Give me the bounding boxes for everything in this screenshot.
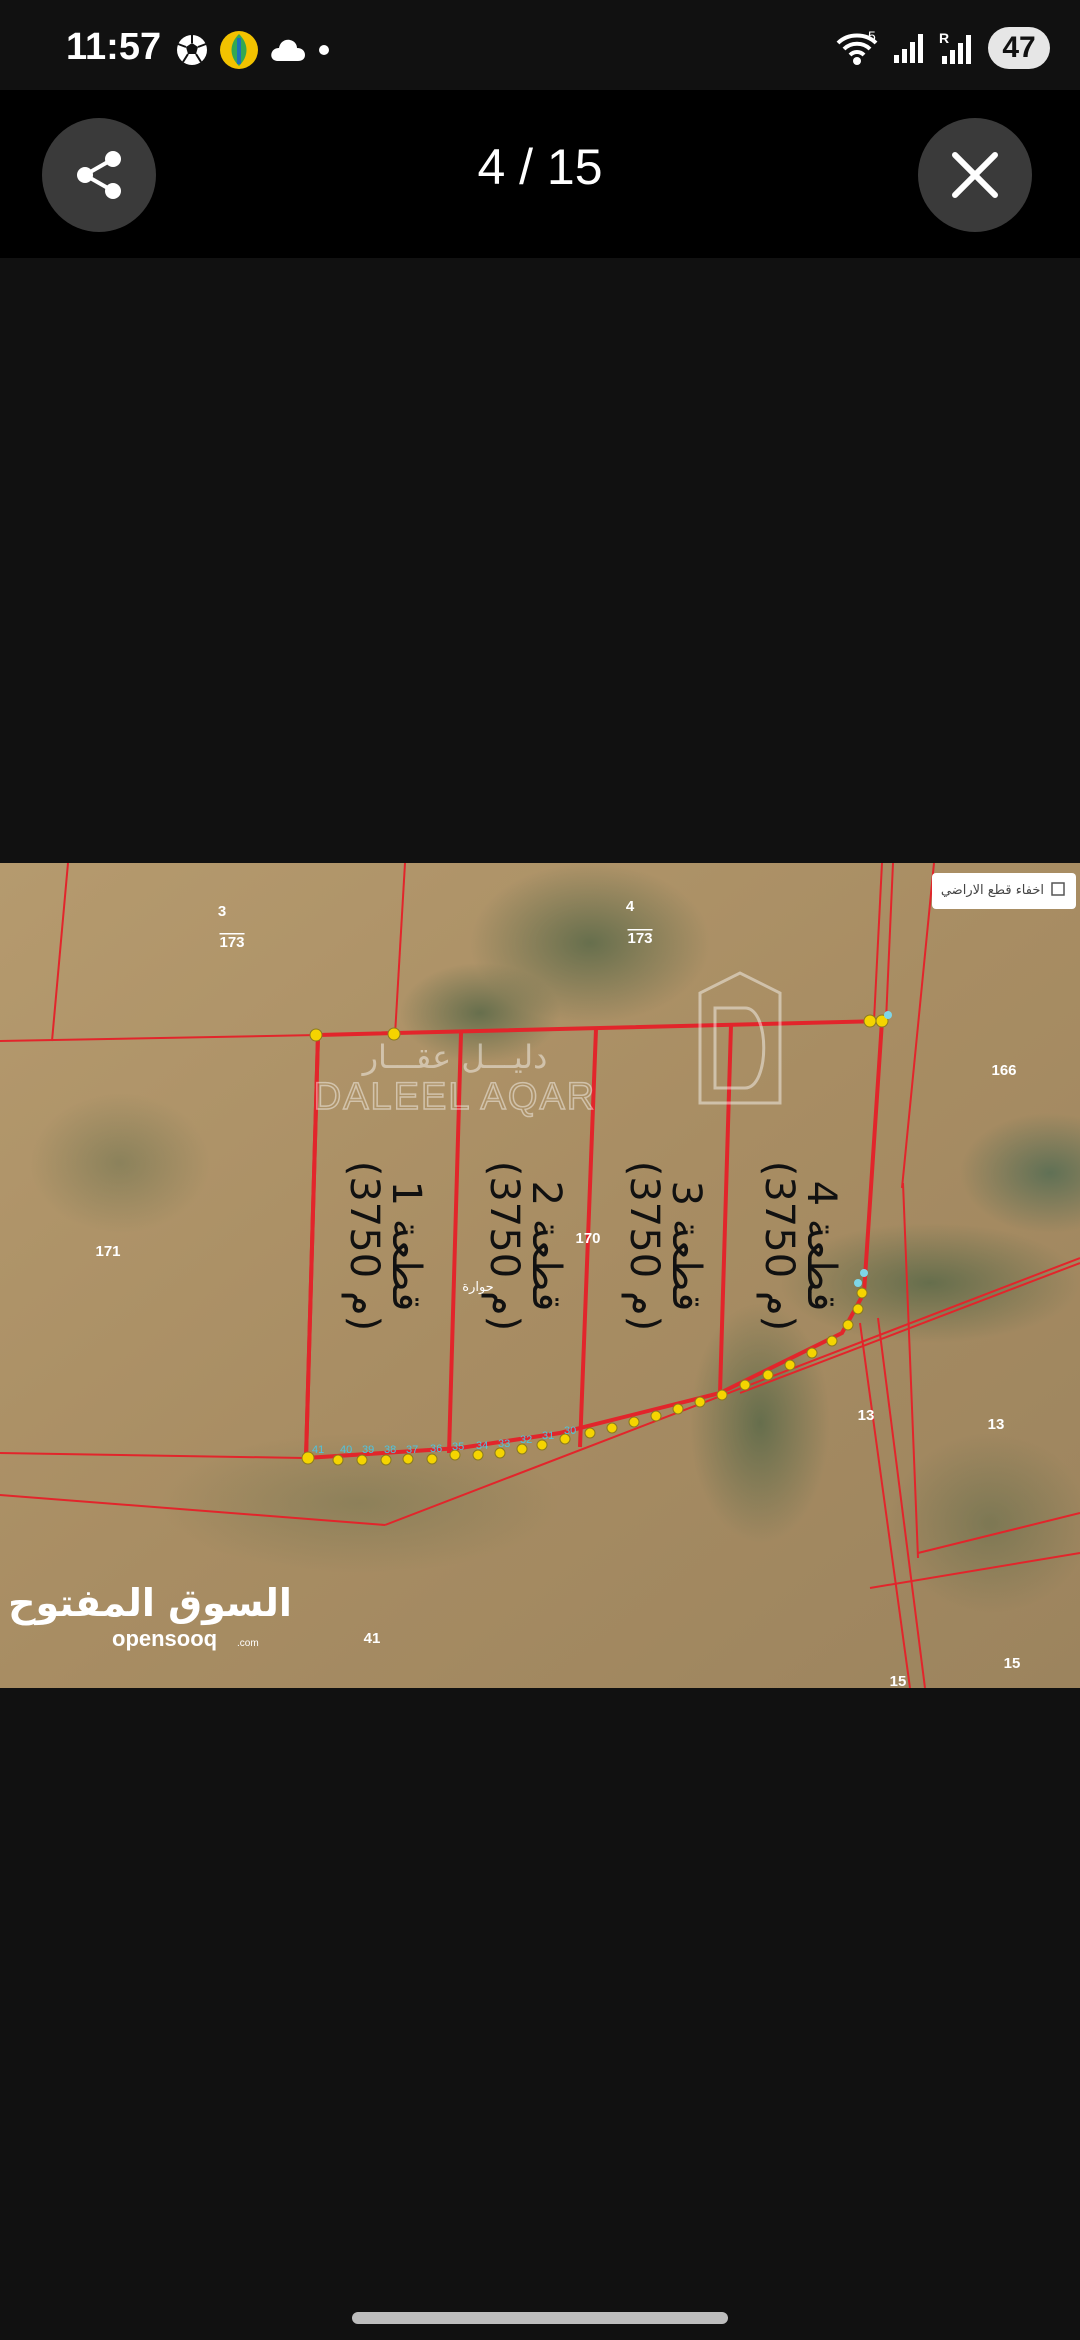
parcel-number: 173 <box>219 934 244 951</box>
viewer-toolbar: 4 / 15 <box>0 90 1080 258</box>
point-label: 36 <box>430 1443 442 1455</box>
network-label: 5 <box>868 29 876 44</box>
wifi-icon: 5 <box>836 29 878 65</box>
parcel-number: 15 <box>1004 1655 1021 1672</box>
cloud-icon <box>271 39 305 61</box>
parcel-number: 170 <box>575 1230 600 1247</box>
point-label: 39 <box>362 1444 374 1456</box>
parcel-number: 13 <box>988 1416 1005 1433</box>
status-bar: 11:57 5 R 47 <box>0 0 1080 90</box>
plot-3-label: قطعة 3 <box>663 1181 709 1312</box>
point-label: 33 <box>498 1438 510 1450</box>
plot-1-label: قطعة 1 <box>383 1181 429 1312</box>
watermark-english: DALEEL AQAR <box>314 1076 597 1118</box>
plot-4-label: قطعة 4 <box>798 1181 844 1312</box>
app-notification-icon <box>220 31 258 69</box>
parcel-number: 4 <box>626 898 635 915</box>
home-indicator[interactable] <box>352 2312 728 2324</box>
point-label: 37 <box>406 1444 418 1456</box>
watermark-arabic: دليـــل عقـــار <box>361 1038 548 1076</box>
close-button[interactable] <box>918 118 1032 232</box>
roaming-label: R <box>939 30 949 46</box>
system-status: 5 R 47 <box>834 26 1050 70</box>
parcel-number: 173 <box>627 930 652 947</box>
point-label: 40 <box>340 1444 352 1456</box>
parcel-number: 41 <box>364 1630 381 1647</box>
point-label: 31 <box>542 1430 554 1442</box>
land-plots-photo[interactable]: 41 40 39 38 37 36 35 34 33 32 31 30 3 17… <box>0 863 1080 1688</box>
status-time: 11:57 <box>66 26 162 68</box>
checkbox-label: اخفاء قطع الاراضي <box>941 883 1044 898</box>
plot-4-area: (3750 م) <box>756 1161 802 1332</box>
parcel-number: 15 <box>890 1673 907 1688</box>
brand-arabic: السوق المفتوح <box>8 1581 292 1625</box>
parcel-number: 166 <box>991 1062 1016 1079</box>
point-label: 34 <box>476 1440 488 1452</box>
battery-indicator: 47 <box>988 27 1050 69</box>
checkbox-box[interactable] <box>1051 882 1065 896</box>
point-label: 32 <box>520 1434 532 1446</box>
notification-icons <box>175 30 331 70</box>
point-label: 30 <box>564 1425 576 1437</box>
brand-suffix: .com <box>237 1638 259 1649</box>
plot-1-area: (3750 م) <box>341 1161 387 1332</box>
brand-english: opensooq <box>112 1626 217 1651</box>
point-label: 35 <box>452 1441 464 1453</box>
plot-2-label: قطعة 2 <box>523 1181 569 1312</box>
point-label: 38 <box>384 1444 396 1456</box>
plot-3-area: (3750 م) <box>621 1161 667 1332</box>
plot-2-area: (3750 م) <box>481 1161 527 1332</box>
close-icon <box>952 152 998 198</box>
soccer-ball-icon <box>177 35 207 65</box>
parcel-number: 171 <box>95 1243 120 1260</box>
parcel-number: 3 <box>218 903 226 920</box>
point-label: 41 <box>312 1444 324 1456</box>
more-notifications-dot-icon <box>319 45 329 55</box>
signal-icon <box>894 34 923 63</box>
hide-plots-checkbox[interactable]: اخفاء قطع الاراضي <box>932 873 1076 909</box>
parcel-number: 13 <box>858 1407 875 1424</box>
signal-roaming-icon: R <box>939 30 971 64</box>
